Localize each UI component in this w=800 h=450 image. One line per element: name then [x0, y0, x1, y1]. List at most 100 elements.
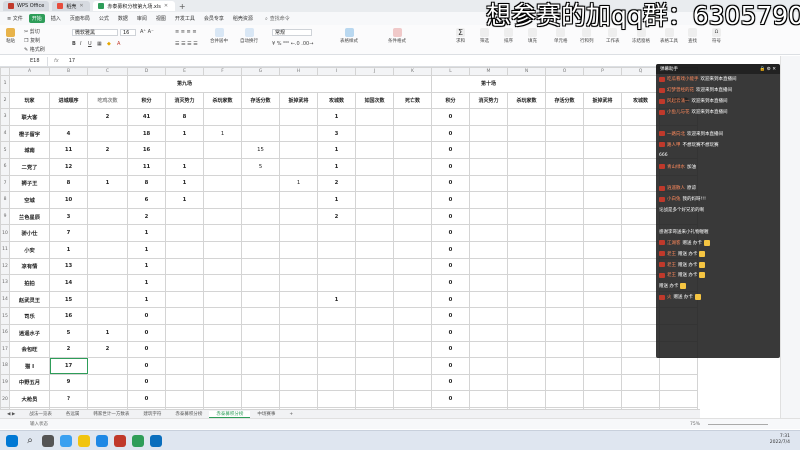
paste-button[interactable]: 粘贴	[6, 28, 15, 44]
cell[interactable]	[165, 307, 204, 325]
cell[interactable]	[165, 207, 204, 226]
cell[interactable]	[241, 390, 280, 408]
number-style-buttons[interactable]: ¥ % ⁰⁰⁰ ←.0 .00→	[272, 41, 313, 47]
cell[interactable]: 凉有情	[9, 257, 50, 276]
cell[interactable]	[507, 207, 546, 226]
column-label[interactable]: 进城顺序	[49, 91, 88, 110]
cell[interactable]	[317, 390, 356, 408]
cell[interactable]	[241, 257, 280, 276]
cell[interactable]	[469, 307, 508, 325]
column-header[interactable]: I	[317, 67, 356, 76]
cell[interactable]	[203, 274, 242, 292]
column-label[interactable]: 消灭势力	[165, 91, 204, 110]
cell[interactable]	[393, 274, 432, 292]
cell[interactable]	[469, 157, 508, 176]
cell[interactable]	[545, 307, 584, 325]
cell[interactable]	[203, 323, 242, 342]
cell[interactable]: 拍拍	[9, 274, 50, 292]
chat-username[interactable]: 老王	[667, 251, 676, 257]
cell[interactable]: 1	[165, 124, 204, 143]
cell[interactable]	[165, 224, 204, 242]
row-number[interactable]: 9	[0, 207, 10, 226]
bold-button[interactable]: B	[72, 41, 76, 47]
cell[interactable]	[279, 108, 318, 126]
cell[interactable]	[393, 307, 432, 325]
cell[interactable]: 0	[127, 340, 166, 359]
cell[interactable]: 1	[317, 108, 356, 126]
row-number[interactable]: 3	[0, 108, 10, 126]
cell[interactable]	[203, 307, 242, 325]
cell[interactable]	[393, 240, 432, 259]
chat-username[interactable]: 江湖客	[667, 240, 681, 246]
cell[interactable]: 1	[165, 191, 204, 209]
italic-button[interactable]: I	[80, 41, 81, 47]
cell[interactable]: 16	[127, 141, 166, 159]
cell[interactable]	[469, 207, 508, 226]
cell[interactable]	[469, 174, 508, 193]
column-header[interactable]: B	[49, 67, 88, 76]
cell[interactable]	[469, 224, 508, 242]
cell[interactable]: 0	[431, 124, 470, 143]
cell[interactable]	[393, 340, 432, 359]
cell[interactable]	[545, 75, 660, 93]
cell[interactable]: 6	[127, 191, 166, 209]
cell[interactable]	[469, 290, 508, 309]
cell[interactable]	[355, 257, 394, 276]
column-label[interactable]: 攻城数	[621, 91, 660, 110]
cell[interactable]	[241, 191, 280, 209]
cell[interactable]	[507, 307, 546, 325]
cell[interactable]: 17	[49, 357, 88, 375]
cell[interactable]	[545, 357, 584, 375]
cell[interactable]	[165, 357, 204, 375]
cell[interactable]: 7	[49, 224, 88, 242]
cell[interactable]	[87, 124, 128, 143]
number-format-select[interactable]: 常规	[272, 29, 312, 36]
cell[interactable]: 8	[165, 108, 204, 126]
cell[interactable]	[393, 174, 432, 193]
cell[interactable]: 1	[203, 124, 242, 143]
cell[interactable]: 中野五月	[9, 373, 50, 392]
cell[interactable]	[317, 224, 356, 242]
cell[interactable]	[469, 191, 508, 209]
cell[interactable]	[507, 141, 546, 159]
cell[interactable]	[583, 307, 622, 325]
cell[interactable]	[507, 290, 546, 309]
row-number[interactable]: 16	[0, 323, 10, 342]
cell[interactable]	[279, 307, 318, 325]
cell[interactable]	[621, 323, 660, 342]
cell[interactable]: 18	[127, 124, 166, 143]
cell[interactable]: 1	[127, 240, 166, 259]
cell[interactable]	[279, 373, 318, 392]
cell[interactable]	[659, 390, 698, 408]
cell[interactable]: 1	[317, 191, 356, 209]
browser-icon[interactable]	[96, 434, 108, 447]
cell[interactable]	[469, 240, 508, 259]
cell[interactable]: 0	[431, 390, 470, 408]
cell[interactable]: 5	[241, 157, 280, 176]
cell[interactable]	[317, 274, 356, 292]
section-title-round10[interactable]: 第十场	[431, 75, 546, 93]
cell[interactable]	[355, 390, 394, 408]
cell[interactable]	[583, 174, 622, 193]
cell[interactable]	[355, 141, 394, 159]
cell[interactable]	[507, 373, 546, 392]
cell[interactable]	[203, 224, 242, 242]
sheet-tab[interactable]: 中场赛事	[250, 411, 282, 417]
cell[interactable]	[583, 191, 622, 209]
cell[interactable]: 0	[431, 141, 470, 159]
cell[interactable]: 2	[127, 207, 166, 226]
menu-developer[interactable]: 开发工具	[172, 14, 198, 23]
cell[interactable]: 狮子王	[9, 174, 50, 193]
cell[interactable]: 5	[49, 323, 88, 342]
cell[interactable]	[393, 357, 432, 375]
cell[interactable]: 15	[241, 141, 280, 159]
corner-cell[interactable]	[0, 67, 10, 76]
wrap-button[interactable]: 自动换行	[240, 28, 258, 44]
cell[interactable]	[203, 290, 242, 309]
cell[interactable]: 2	[317, 207, 356, 226]
wps-icon[interactable]	[114, 434, 126, 447]
cell[interactable]	[279, 157, 318, 176]
cell[interactable]: ?	[49, 390, 88, 408]
cell[interactable]: 1	[127, 224, 166, 242]
cell[interactable]	[507, 174, 546, 193]
